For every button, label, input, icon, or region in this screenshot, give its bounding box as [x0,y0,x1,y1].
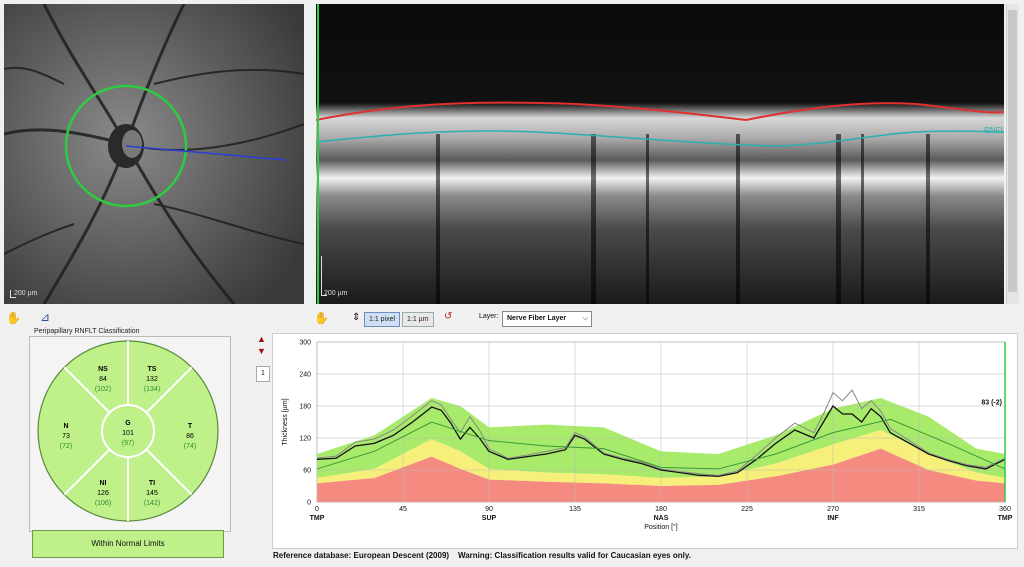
hand-icon[interactable]: ✋ [6,311,21,325]
y-tick-label: 180 [299,404,311,411]
y-tick-label: 120 [299,436,311,443]
sector-axis-label: NAS [654,515,669,522]
sector-ns-value: 84 [99,376,107,383]
sector-ni-value: 126 [97,490,109,497]
y-tick-label: 240 [299,372,311,379]
hand-tool-icon[interactable]: ✋ [314,311,329,325]
sector-n-value: 73 [62,433,70,440]
fundus-canvas [4,4,304,304]
classification-title: Peripapillary RNFLT Classification [34,328,140,335]
sector-axis-label: TMP [310,515,325,522]
fundus-scale-label: 200 µm [14,290,38,297]
chevron-down-icon: ⌵ [582,315,588,322]
x-tick-label: 90 [485,506,493,513]
x-tick-label: 0 [315,506,319,513]
thickness-chart-svg: 0 60 120 180 240 300 0 45 90 135 180 225 270 315 360 TM… [282,340,1013,532]
layer-select-value: Nerve Fiber Layer [507,315,567,322]
rnfl-label: RNFL [984,126,1004,135]
layer-label: Layer: [479,313,499,320]
sector-axis-label: TMP [998,515,1013,522]
bscan-image[interactable]: 200 µm RNFL [316,4,1004,304]
sector-g-ref: (97) [122,440,134,447]
sector-t-name: T [188,423,193,430]
sector-ts-ref: (134) [144,386,160,393]
fundus-image[interactable]: 200 µm [4,4,304,304]
footer: Reference database: European Descent (20… [273,551,691,560]
reset-icon[interactable]: ↺ [444,311,452,322]
classification-warning: Warning: Classification results valid fo… [457,551,691,560]
sector-ti-ref: (142) [144,500,160,507]
zoom-height-icon[interactable]: ⇕ [352,312,360,323]
x-tick-label: 135 [569,506,581,513]
x-tick-label: 225 [741,506,753,513]
page-up-icon[interactable]: ▲ [257,334,266,344]
sector-t-value: 86 [186,433,194,440]
measure-icon[interactable]: ⊿ [40,310,50,324]
sector-ts-value: 132 [146,376,158,383]
sector-n-name: N [63,423,68,430]
y-tick-label: 300 [299,340,311,347]
sector-ni-name: NI [100,480,107,487]
sector-ns-name: NS [98,366,108,373]
x-tick-label: 45 [399,506,407,513]
reference-database: Reference database: European Descent (20… [273,551,450,560]
sector-g-value: 101 [122,430,134,437]
x-tick-label: 315 [913,506,925,513]
bscan-scrollbar[interactable] [1006,4,1019,304]
x-tick-label: 180 [655,506,667,513]
bscan-canvas [316,4,1004,304]
sector-ni-ref: (106) [95,500,111,507]
y-tick-label: 0 [307,500,311,507]
sector-ts-name: TS [148,366,157,373]
x-axis-label: Position [°] [644,523,678,531]
cursor-value-label: 83 (-2) [981,399,1002,406]
y-tick-label: 60 [303,468,311,475]
page-indicator: 1 [256,366,270,382]
sector-ns-ref: (102) [95,386,111,393]
thickness-chart[interactable]: 0 60 120 180 240 300 0 45 90 135 180 225 270 315 360 TM… [272,333,1018,549]
x-tick-label: 270 [827,506,839,513]
sector-ti-value: 145 [146,490,158,497]
y-axis-label: Thickness [µm] [282,398,289,445]
bscan-scale-label: 200 µm [324,290,348,297]
x-tick-label: 360 [999,506,1011,513]
scrollbar-thumb[interactable] [1008,10,1017,292]
sector-t-ref: (74) [184,443,196,450]
sector-n-ref: (72) [60,443,72,450]
sector-wheel: NS 84 (102) TS 132 (134) N 73 (72) G 101… [37,340,219,522]
sector-g-name: G [125,420,131,427]
sector-axis-label: INF [827,515,839,522]
sector-axis-label: SUP [482,515,497,522]
page-down-icon[interactable]: ▼ [257,346,266,356]
classification-panel: NS 84 (102) TS 132 (134) N 73 (72) G 101… [29,336,231,532]
btn-1to1-um[interactable]: 1:1 µm [402,312,434,327]
layer-select[interactable]: Nerve Fiber Layer ⌵ [502,311,592,327]
btn-1to1-pixel[interactable]: 1:1 pixel [364,312,401,327]
sector-ti-name: TI [149,480,155,487]
classification-result: Within Normal Limits [32,530,224,558]
